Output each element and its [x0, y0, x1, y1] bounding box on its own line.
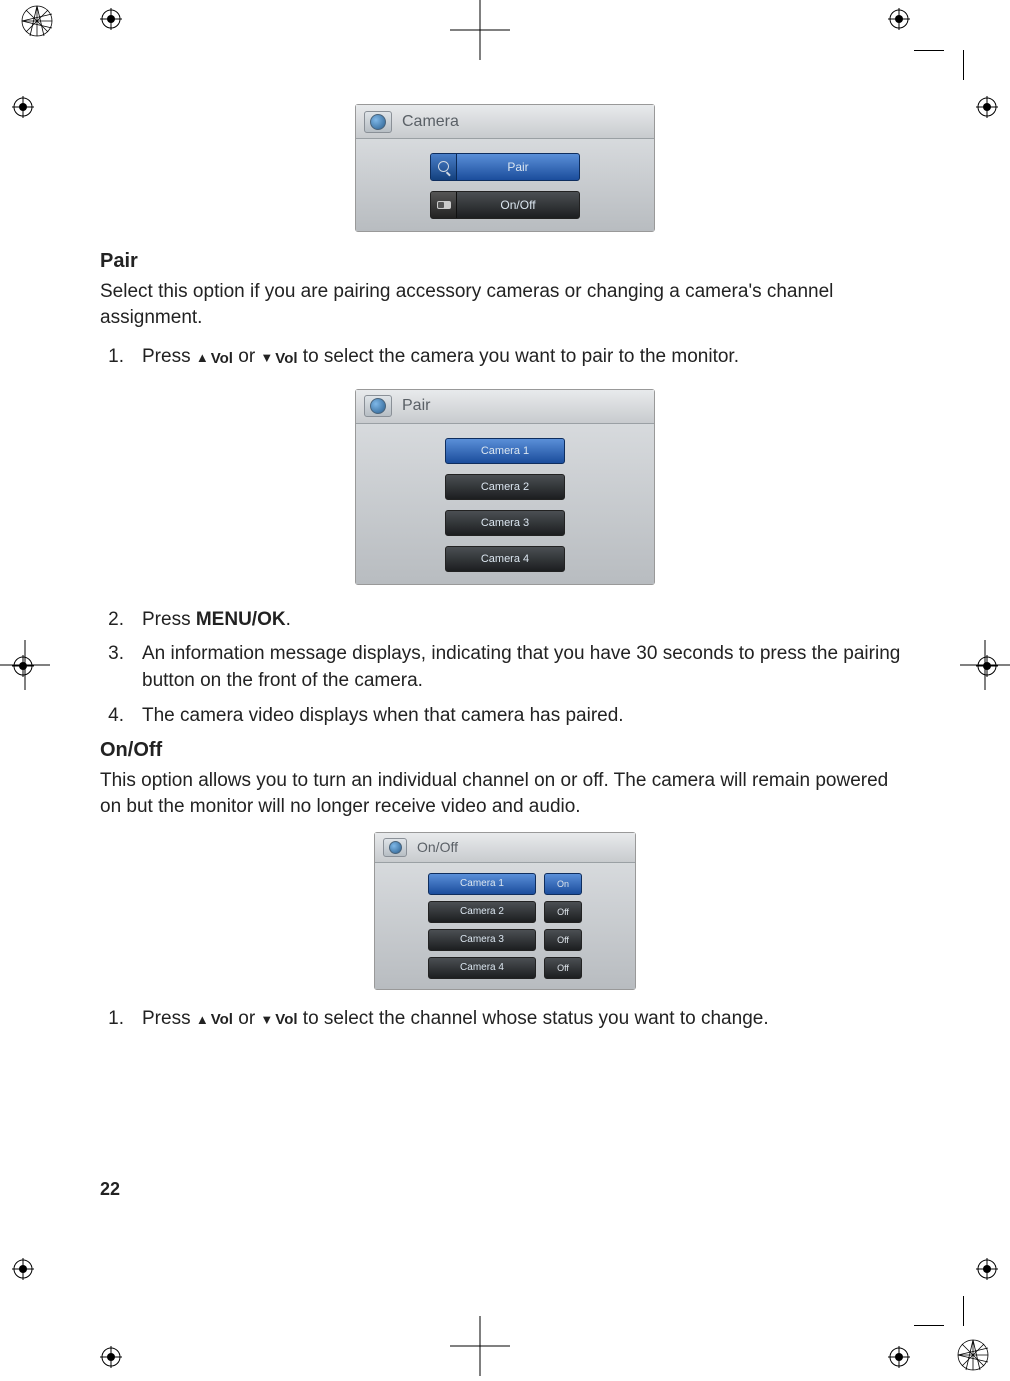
- print-reg-br2: [888, 1346, 910, 1368]
- page-number: 22: [100, 1179, 120, 1200]
- print-cross-bottom: [450, 1316, 510, 1376]
- camera-2-state[interactable]: Off: [544, 901, 582, 923]
- magnify-icon: [431, 154, 457, 180]
- onoff-intro: This option allows you to turn an indivi…: [100, 768, 910, 819]
- step1-or: or: [233, 346, 260, 367]
- vol-down-key: ▼Vol: [260, 1009, 297, 1030]
- print-reg-bl2: [100, 1346, 122, 1368]
- pair-menu-item[interactable]: Pair: [430, 153, 580, 181]
- ss3-header: On/Off: [375, 833, 635, 863]
- camera-1-item[interactable]: Camera 1: [428, 873, 536, 895]
- onoff-row-4: Camera 4 Off: [428, 957, 582, 979]
- print-cross-top: [450, 0, 510, 60]
- camera-1-item[interactable]: Camera 1: [445, 438, 565, 464]
- triangle-down-icon: ▼: [260, 1011, 273, 1029]
- camera-3-state[interactable]: Off: [544, 929, 582, 951]
- onoff-step-1: 1. Press ▲Vol or ▼Vol to select the chan…: [100, 1006, 910, 1033]
- screenshot-onoff-list: On/Off Camera 1 On Camera 2 Off Camera 3…: [100, 832, 910, 990]
- pair-heading: Pair: [100, 250, 910, 273]
- ss1-title: Camera: [402, 113, 459, 131]
- pair-step-2: 2. Press MENU/OK.: [100, 607, 910, 634]
- pair-step-3: 3. An information message displays, indi…: [100, 641, 910, 694]
- camera-4-item[interactable]: Camera 4: [445, 546, 565, 572]
- pair-intro: Select this option if you are pairing ac…: [100, 279, 910, 330]
- pair-step-1: 1. Press ▲Vol or ▼Vol to select the came…: [100, 344, 910, 371]
- camera-3-item[interactable]: Camera 3: [428, 929, 536, 951]
- vol-down-key: ▼Vol: [260, 348, 297, 369]
- ss1-header: Camera: [356, 105, 654, 139]
- print-reg-ml: [12, 96, 34, 118]
- vol-up-key: ▲Vol: [196, 1009, 233, 1030]
- camera-3-item[interactable]: Camera 3: [445, 510, 565, 536]
- camera-icon: [364, 395, 392, 417]
- onoff-label: On/Off: [457, 198, 579, 212]
- camera-1-state[interactable]: On: [544, 873, 582, 895]
- print-reg-tr: [888, 8, 910, 30]
- camera-icon: [383, 838, 407, 857]
- camera-4-state[interactable]: Off: [544, 957, 582, 979]
- crop-tr: [914, 50, 964, 100]
- ss2-title: Pair: [402, 397, 430, 415]
- switch-icon: [431, 192, 457, 218]
- onoff-section: On/Off This option allows you to turn an…: [100, 739, 910, 819]
- triangle-up-icon: ▲: [196, 1011, 209, 1029]
- triangle-up-icon: ▲: [196, 349, 209, 367]
- triangle-down-icon: ▼: [260, 349, 273, 367]
- print-reg-mr: [976, 96, 998, 118]
- ss3-title: On/Off: [417, 839, 458, 855]
- onoff-row-2: Camera 2 Off: [428, 901, 582, 923]
- pair-section: Pair Select this option if you are pairi…: [100, 250, 910, 371]
- pair-step-4: 4. The camera video displays when that c…: [100, 703, 910, 730]
- print-reg-br1: [976, 1258, 998, 1280]
- onoff-heading: On/Off: [100, 739, 910, 762]
- screenshot-pair-list: Pair Camera 1 Camera 2 Camera 3 Camera 4: [100, 389, 910, 585]
- camera-2-item[interactable]: Camera 2: [445, 474, 565, 500]
- print-reg-bl1: [12, 1258, 34, 1280]
- page-content: Camera Pair On/Off Pair Select this opti…: [100, 80, 910, 1256]
- vol-up-key: ▲Vol: [196, 348, 233, 369]
- onoff-row-1: Camera 1 On: [428, 873, 582, 895]
- ss2-header: Pair: [356, 390, 654, 424]
- print-fan-br: [956, 1338, 990, 1372]
- print-reg-midr: [976, 655, 998, 677]
- screenshot-camera-menu: Camera Pair On/Off: [100, 104, 910, 232]
- camera-icon: [364, 111, 392, 133]
- print-reg-tl: [100, 8, 122, 30]
- menu-ok-key: MENU/OK: [196, 609, 286, 630]
- step1-suffix: to select the camera you want to pair to…: [298, 346, 739, 367]
- camera-4-item[interactable]: Camera 4: [428, 957, 536, 979]
- step-num: 1.: [100, 344, 124, 371]
- step1-prefix: Press: [142, 346, 196, 367]
- onoff-row-3: Camera 3 Off: [428, 929, 582, 951]
- onoff-menu-item[interactable]: On/Off: [430, 191, 580, 219]
- pair-label: Pair: [457, 160, 579, 174]
- print-reg-midl: [12, 655, 34, 677]
- crop-br: [914, 1276, 964, 1326]
- print-fan-tl: [20, 4, 54, 38]
- camera-2-item[interactable]: Camera 2: [428, 901, 536, 923]
